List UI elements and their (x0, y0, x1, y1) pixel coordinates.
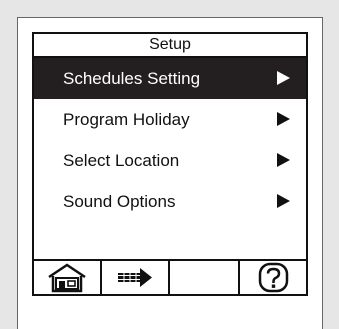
play-arrow-icon (277, 153, 290, 167)
home-icon (48, 263, 86, 293)
menu-item-sound-options[interactable]: Sound Options (34, 181, 306, 222)
bottom-toolbar (34, 259, 306, 294)
menu-item-label: Select Location (63, 151, 180, 170)
blank-button[interactable] (170, 261, 240, 294)
home-button[interactable] (34, 261, 102, 294)
setup-menu: Schedules Setting Program Holiday Select… (34, 58, 306, 222)
setup-panel: Setup Schedules Setting Program Holiday … (32, 32, 308, 296)
play-arrow-icon (277, 194, 290, 208)
help-icon (258, 262, 289, 293)
menu-item-label: Schedules Setting (63, 69, 201, 88)
screen-title: Setup (34, 34, 306, 58)
arrow-right-icon (118, 268, 152, 287)
menu-item-schedules-setting[interactable]: Schedules Setting (34, 58, 306, 99)
next-button[interactable] (102, 261, 170, 294)
menu-item-program-holiday[interactable]: Program Holiday (34, 99, 306, 140)
menu-item-select-location[interactable]: Select Location (34, 140, 306, 181)
play-arrow-icon (277, 112, 290, 126)
help-button[interactable] (240, 261, 306, 294)
menu-item-label: Sound Options (63, 192, 176, 211)
menu-item-label: Program Holiday (63, 110, 190, 129)
play-arrow-icon (277, 71, 290, 85)
